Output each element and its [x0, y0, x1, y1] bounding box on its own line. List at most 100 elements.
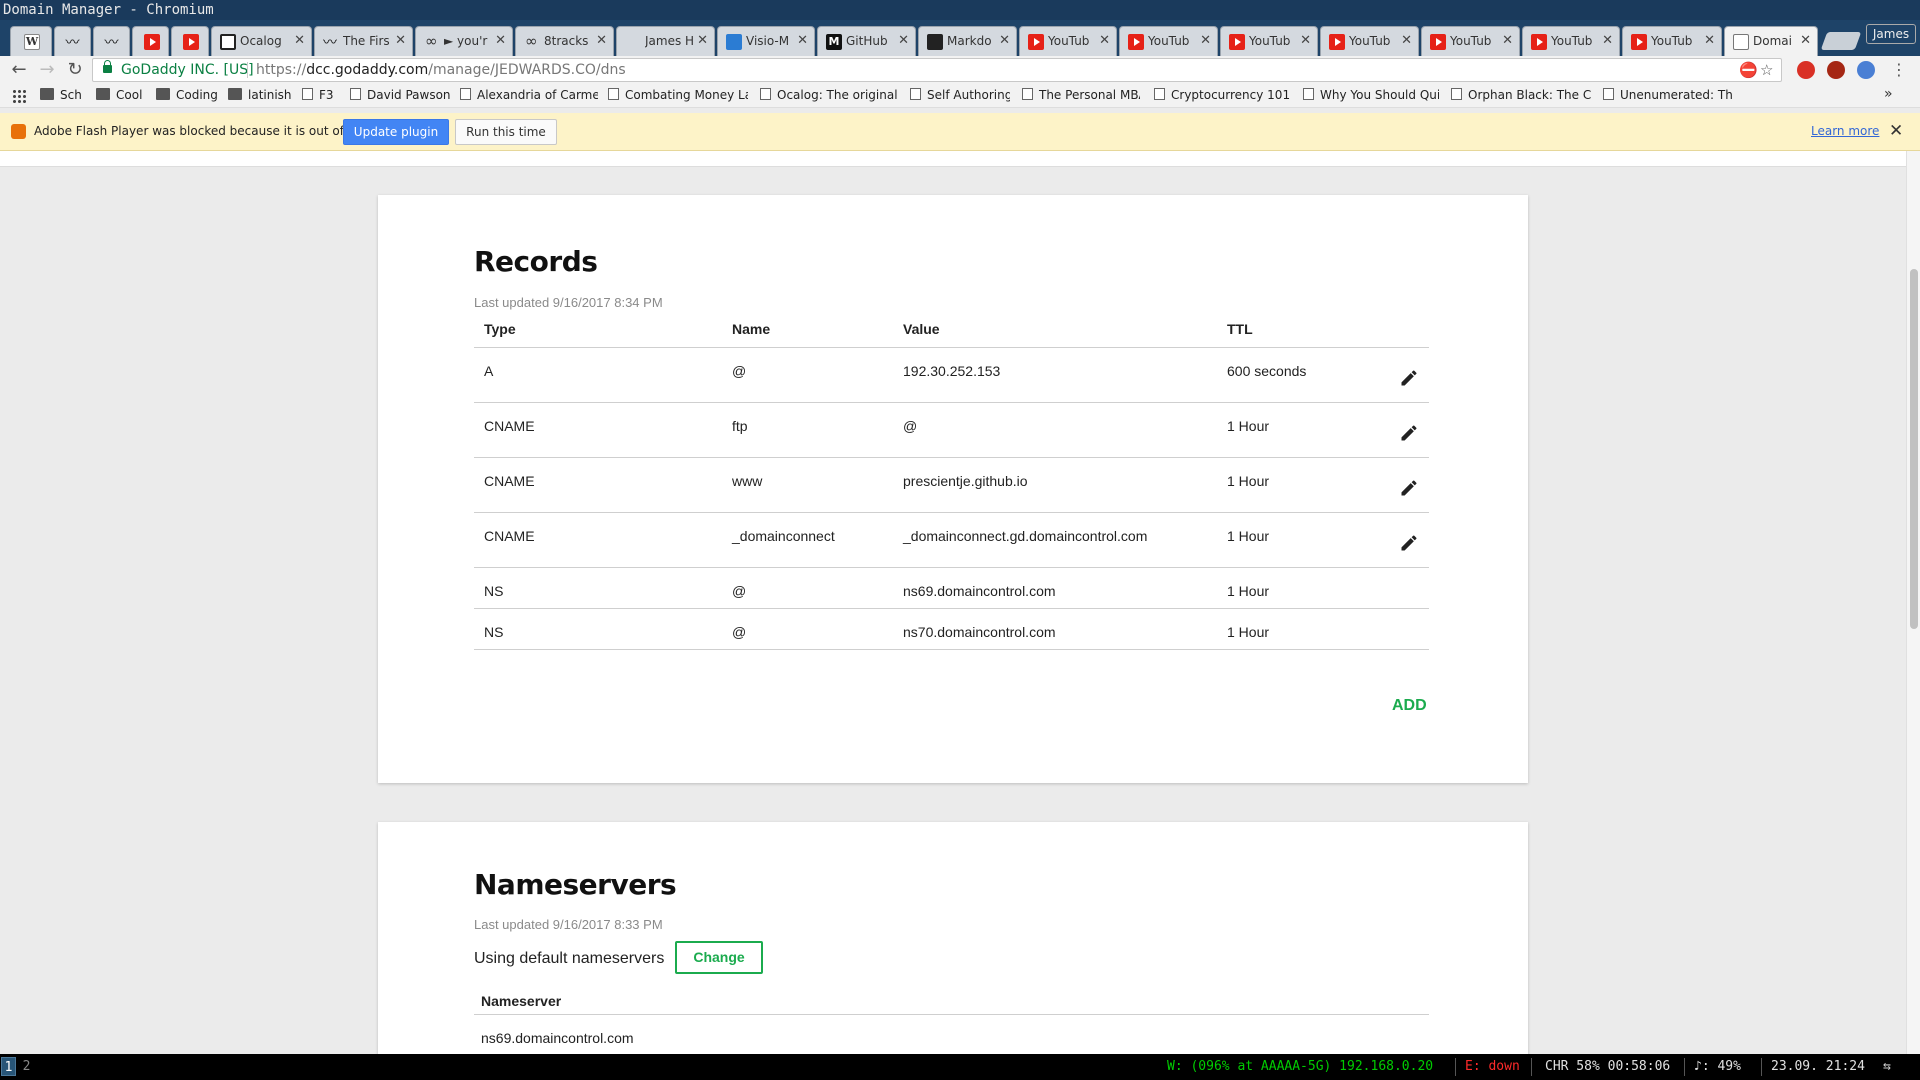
tab-close-icon[interactable]: ✕ — [1401, 33, 1412, 48]
tab-close-icon[interactable]: ✕ — [294, 33, 305, 48]
ublock-icon[interactable] — [1827, 61, 1845, 79]
update-plugin-button[interactable]: Update plugin — [343, 119, 449, 145]
bookmark-item[interactable]: Combating Money La — [608, 88, 748, 104]
tab-close-icon[interactable]: ✕ — [1704, 33, 1715, 48]
bookmarks-overflow-icon[interactable]: » — [1884, 86, 1893, 102]
bookmark-label: Cryptocurrency 101 — [1171, 88, 1291, 102]
bookmark-item[interactable]: Self Authoring — [910, 88, 1010, 104]
tab-close-icon[interactable]: ✕ — [1300, 33, 1311, 48]
browser-tab[interactable]: YouTub ✕ — [1220, 26, 1318, 56]
link-icon — [424, 32, 440, 50]
browser-tab[interactable]: Ocalog ✕ — [211, 26, 312, 56]
tab-label: YouTub — [1551, 34, 1593, 48]
close-icon[interactable]: ✕ — [1889, 121, 1903, 141]
page-scrollbar[interactable] — [1906, 151, 1920, 1054]
bookmark-item[interactable]: Ocalog: The original c — [760, 88, 900, 104]
browser-tab[interactable]: W — [10, 26, 52, 56]
bookmark-item[interactable]: The Personal MBA — [1022, 88, 1140, 104]
browser-tab[interactable]: Domai ✕ — [1724, 26, 1818, 56]
tab-close-icon[interactable]: ✕ — [395, 33, 406, 48]
scrollbar-thumb[interactable] — [1910, 269, 1918, 629]
workspace-1[interactable]: 1 — [1, 1057, 16, 1076]
bookmark-item[interactable]: Sch — [40, 88, 84, 104]
browser-tab[interactable]: ► you'r ✕ — [415, 26, 513, 56]
run-this-time-button[interactable]: Run this time — [455, 119, 557, 145]
browser-tab[interactable]: YouTub ✕ — [1622, 26, 1722, 56]
extension-blue-icon[interactable] — [1857, 61, 1875, 79]
tab-label: James H — [645, 34, 694, 48]
tab-close-icon[interactable]: ✕ — [1200, 33, 1211, 48]
edit-pencil-icon[interactable] — [1399, 533, 1419, 553]
browser-tab[interactable]: Visio-M ✕ — [717, 26, 815, 56]
wikipedia-icon: W — [24, 34, 40, 50]
bookmark-item[interactable]: David Pawson — [350, 88, 450, 104]
browser-tab[interactable] — [132, 26, 169, 56]
bookmark-item[interactable]: Cool — [96, 88, 146, 104]
records-updated: Last updated 9/16/2017 8:34 PM — [474, 295, 663, 310]
learn-more-link[interactable]: Learn more — [1811, 124, 1879, 138]
browser-tab[interactable]: The Firs ✕ — [314, 26, 413, 56]
edit-pencil-icon[interactable] — [1399, 478, 1419, 498]
bookmark-item[interactable]: Alexandria of Carmel — [460, 88, 598, 104]
tab-close-icon[interactable]: ✕ — [1502, 33, 1513, 48]
tray-icon[interactable]: ⇆ — [1883, 1059, 1891, 1074]
bookmark-item[interactable]: Orphan Black: The Cl — [1451, 88, 1591, 104]
mustache-icon — [323, 32, 339, 52]
record-actions-cell — [1377, 608, 1429, 650]
bookmark-item[interactable]: latinish — [228, 88, 292, 104]
edit-pencil-icon[interactable] — [1399, 368, 1419, 388]
tab-label: ► you'r — [444, 34, 488, 48]
browser-tab[interactable]: 8tracks ✕ — [515, 26, 614, 56]
record-value-cell: _domainconnect.gd.domaincontrol.com — [893, 512, 1217, 568]
forward-icon[interactable]: → — [36, 59, 58, 81]
apps-icon[interactable] — [12, 89, 26, 103]
tab-close-icon[interactable]: ✕ — [898, 33, 909, 48]
browser-tab[interactable]: YouTub ✕ — [1320, 26, 1419, 56]
bookmark-label: Combating Money La — [625, 88, 748, 102]
browser-tab[interactable] — [93, 26, 130, 56]
tab-close-icon[interactable]: ✕ — [1099, 33, 1110, 48]
bookmark-label: Unenumerated: The c — [1620, 88, 1733, 102]
browser-tab[interactable]: M GitHub ✕ — [817, 26, 916, 56]
bookmark-item[interactable]: Cryptocurrency 101 — [1154, 88, 1294, 104]
tab-close-icon[interactable]: ✕ — [797, 33, 808, 48]
browser-tab[interactable]: YouTub ✕ — [1421, 26, 1520, 56]
blank-icon — [625, 34, 641, 50]
tab-close-icon[interactable]: ✕ — [1602, 33, 1613, 48]
bookmark-item[interactable]: Unenumerated: The c — [1603, 88, 1733, 104]
page-icon — [1303, 88, 1314, 100]
browser-tab[interactable] — [171, 26, 209, 56]
bookmark-item[interactable]: Coding — [156, 88, 218, 104]
browser-tab[interactable]: YouTub ✕ — [1119, 26, 1218, 56]
document-icon — [1733, 34, 1749, 50]
edit-pencil-icon[interactable] — [1399, 423, 1419, 443]
tab-close-icon[interactable]: ✕ — [495, 33, 506, 48]
add-record-button[interactable]: ADD — [1392, 697, 1427, 715]
address-bar[interactable]: GoDaddy INC. [US] https://dcc.godaddy.co… — [92, 58, 1782, 82]
menu-icon[interactable]: ⋮ — [1888, 59, 1910, 81]
new-tab-button[interactable] — [1820, 32, 1862, 50]
bookmark-item[interactable]: Why You Should Quit — [1303, 88, 1439, 104]
change-nameservers-button[interactable]: Change — [675, 941, 763, 974]
reload-icon[interactable]: ↻ — [64, 59, 86, 81]
back-icon[interactable]: ← — [8, 59, 30, 81]
tab-close-icon[interactable]: ✕ — [697, 33, 708, 48]
workspace-2[interactable]: 2 — [19, 1057, 34, 1076]
record-type-cell: A — [474, 347, 722, 403]
tab-close-icon[interactable]: ✕ — [596, 33, 607, 48]
bookmark-star-icon[interactable]: ☆ — [1760, 61, 1773, 79]
browser-tab[interactable]: YouTub ✕ — [1019, 26, 1117, 56]
tab-close-icon[interactable]: ✕ — [999, 33, 1010, 48]
browser-tab[interactable]: YouTub ✕ — [1522, 26, 1620, 56]
url-text[interactable]: https://dcc.godaddy.com/manage/JEDWARDS.… — [256, 62, 626, 78]
tab-label: Visio-M — [746, 34, 790, 48]
record-value-cell: 192.30.252.153 — [893, 347, 1217, 403]
profile-button[interactable]: James — [1866, 24, 1916, 44]
bookmark-item[interactable]: F3 — [302, 88, 338, 104]
browser-tab[interactable]: Markdo ✕ — [918, 26, 1017, 56]
browser-tab[interactable] — [54, 26, 91, 56]
browser-tab[interactable]: James H ✕ — [616, 26, 715, 56]
extension-icon[interactable] — [1797, 61, 1815, 79]
translate-icon[interactable]: ⛔ — [1739, 61, 1758, 79]
tab-close-icon[interactable]: ✕ — [1800, 33, 1811, 48]
